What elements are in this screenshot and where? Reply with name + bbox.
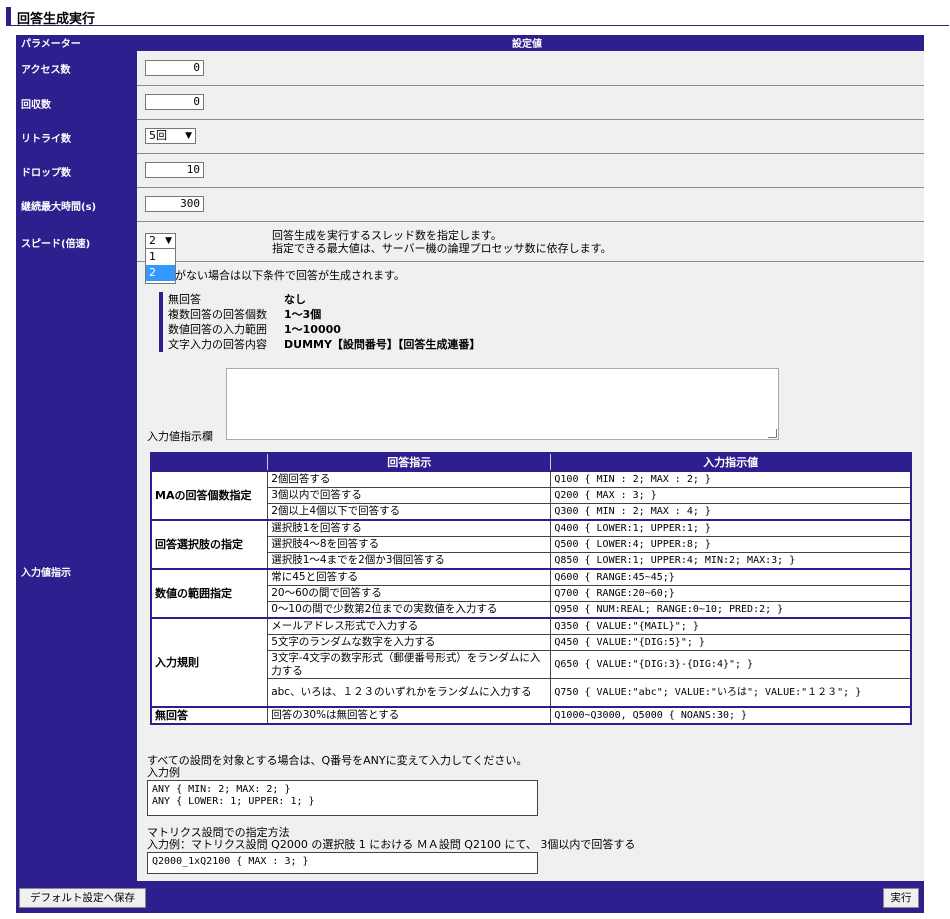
table-row: MAの回答個数指定 2個回答する Q100 { MIN : 2; MAX : 2… xyxy=(150,470,912,521)
any-note-text: すべての設問を対象とする場合は、Q番号をANYに変えて入力してください。 xyxy=(147,754,528,767)
category-cell: 入力規則 xyxy=(150,617,269,708)
speed-option-2[interactable]: 2 xyxy=(146,265,175,281)
speed-hint-line2: 指定できる最大値は、サーバー機の論理プロセッサ数に依存します。 xyxy=(272,242,612,255)
default-conditions-list: 無回答 なし 複数回答の回答個数 1～3個 数値回答の入力範囲 1～10000 文字入… xyxy=(159,292,480,352)
value-cell: Q450 { VALUE:"{DIG:5}"; } xyxy=(550,634,912,651)
row-retry: 5回 ▼ xyxy=(137,120,924,154)
value-cell: Q350 { VALUE:"{MAIL}"; } xyxy=(550,617,912,635)
category-cell: 回答選択肢の指定 xyxy=(150,519,269,570)
condition-row: 文字入力の回答内容 DUMMY【設問番号】【回答生成連番】 xyxy=(168,338,481,351)
label-collect: 回収数 xyxy=(21,99,51,111)
label-retry: リトライ数 xyxy=(21,133,71,145)
label-drop: ドロップ数 xyxy=(21,167,71,179)
any-example-label: 入力例 xyxy=(147,766,180,779)
value-cell: Q400 { LOWER:1; UPPER:1; } xyxy=(550,519,912,537)
condition-row: 数値回答の入力範囲 1～10000 xyxy=(168,323,341,336)
row-drop: 10 xyxy=(137,154,924,188)
value-cell: Q950 { NUM:REAL; RANGE:0~10; PRED:2; } xyxy=(550,601,912,619)
textarea-label: 入力値指示欄 xyxy=(147,430,213,443)
drop-count-input[interactable]: 10 xyxy=(145,162,204,178)
label-duration: 継続最大時間(s) xyxy=(21,201,97,213)
value-cell: Q500 { LOWER:4; UPPER:8; } xyxy=(550,536,912,553)
instruction-cell: 選択肢4～8を回答する xyxy=(267,536,552,553)
value-cell: Q850 { LOWER:1; UPPER:4; MIN:2; MAX:3; } xyxy=(550,552,912,570)
speed-option-1[interactable]: 1 xyxy=(146,249,175,265)
access-count-input[interactable]: 0 xyxy=(145,60,204,76)
header-param: パラメーター xyxy=(21,39,81,50)
speed-select-value: 2 xyxy=(149,234,156,247)
chevron-down-icon: ▼ xyxy=(185,131,192,141)
instruction-cell: 選択肢1を回答する xyxy=(267,519,552,537)
category-cell: 数値の範囲指定 xyxy=(150,568,269,619)
instruction-cell: 20～60の間で回答する xyxy=(267,585,552,602)
speed-hint: 回答生成を実行するスレッド数を指定します。 指定できる最大値は、サーバー機の論理… xyxy=(272,229,612,255)
save-default-button[interactable]: デフォルト設定へ保存 xyxy=(19,888,146,908)
category-cell: MAの回答個数指定 xyxy=(150,470,269,521)
table-row: 入力規則 メールアドレス形式で入力する Q350 { VALUE:"{MAIL}… xyxy=(150,617,912,708)
row-collect: 0 xyxy=(137,86,924,120)
row-access: 0 xyxy=(137,51,924,86)
matrix-note: マトリクス設問での指定方法 入力例：マトリクス設問 Q2000 の選択肢 1 に… xyxy=(147,827,635,851)
condition-row: 複数回答の回答個数 1～3個 xyxy=(168,308,322,321)
table-header xyxy=(150,452,269,472)
table-header: 入力指示値 xyxy=(550,452,912,472)
retry-select[interactable]: 5回 ▼ xyxy=(145,128,196,144)
any-example-line: ANY { MIN: 2; MAX: 2; } xyxy=(152,784,291,795)
value-cell: Q200 { MAX : 3; } xyxy=(550,487,912,504)
label-speed: スピード(倍速) xyxy=(21,238,91,250)
value-cell: Q100 { MIN : 2; MAX : 2; } xyxy=(550,470,912,488)
collect-count-input[interactable]: 0 xyxy=(145,94,204,110)
value-cell: Q1000~Q3000, Q5000 { NOANS:30; } xyxy=(550,706,912,725)
run-button[interactable]: 実行 xyxy=(883,888,919,908)
input-instruction-textarea[interactable] xyxy=(226,368,779,440)
value-cell: Q700 { RANGE:20~60;} xyxy=(550,585,912,602)
instruction-cell: 常に45と回答する xyxy=(267,568,552,586)
matrix-example-box: Q2000_1xQ2100 { MAX : 3; } xyxy=(147,852,538,874)
resize-grip-icon[interactable] xyxy=(768,429,777,438)
table-row: 数値の範囲指定 常に45と回答する Q600 { RANGE:45~45;} xyxy=(150,568,912,619)
table-row: 無回答 回答の30%は無回答とする Q1000~Q3000, Q5000 { N… xyxy=(150,706,912,725)
instruction-examples-table: 回答指示 入力指示値 MAの回答個数指定 2個回答する Q100 { MIN :… xyxy=(150,452,912,725)
speed-select[interactable]: 2 ▼ xyxy=(145,233,176,249)
instruction-cell: 2個回答する xyxy=(267,470,552,488)
matrix-code-line: Q2000_1xQ2100 { MAX : 3; } xyxy=(152,856,309,867)
row-duration: 300 xyxy=(137,188,924,222)
row-speed: 2 ▼ 回答生成を実行するスレッド数を指定します。 指定できる最大値は、サーバー… xyxy=(137,222,924,262)
table-row: 回答選択肢の指定 選択肢1を回答する Q400 { LOWER:1; UPPER… xyxy=(150,519,912,570)
instruction-cell: 3文字-4文字の数字形式（郵便番号形式）をランダムに入力する xyxy=(267,650,552,679)
value-cell: Q300 { MIN : 2; MAX : 4; } xyxy=(550,503,912,521)
value-cell: Q750 { VALUE:"abc"; VALUE:"いろは"; VALUE:"… xyxy=(550,678,912,708)
label-input-instruction: 入力値指示 xyxy=(21,568,71,579)
condition-row: 無回答 なし xyxy=(168,293,306,306)
header-value: 設定値 xyxy=(512,39,542,50)
value-cell: Q600 { RANGE:45~45;} xyxy=(550,568,912,586)
duration-input[interactable]: 300 xyxy=(145,196,204,212)
matrix-example-text: 入力例：マトリクス設問 Q2000 の選択肢 1 における ＭＡ設問 Q2100… xyxy=(147,838,636,851)
instruction-cell: メールアドレス形式で入力する xyxy=(267,617,552,635)
value-cell: Q650 { VALUE:"{DIG:3}-{DIG:4}"; } xyxy=(550,650,912,679)
label-access: アクセス数 xyxy=(21,64,71,76)
retry-select-value: 5回 xyxy=(149,129,167,142)
table-header: 回答指示 xyxy=(267,452,552,472)
any-example-box: ANY { MIN: 2; MAX: 2; } ANY { LOWER: 1; … xyxy=(147,780,538,816)
page-title: 回答生成実行 xyxy=(17,12,96,27)
category-cell: 無回答 xyxy=(150,706,269,725)
instruction-cell: 3個以内で回答する xyxy=(267,487,552,504)
instruction-cell: 5文字のランダムな数字を入力する xyxy=(267,634,552,651)
chevron-down-icon: ▼ xyxy=(165,236,172,246)
default-conditions-intro: がない場合は以下条件で回答が生成されます。 xyxy=(175,269,405,282)
speed-hint-line1: 回答生成を実行するスレッド数を指定します。 xyxy=(272,229,502,242)
instruction-cell: 0～10の間で少数第2位までの実数値を入力する xyxy=(267,601,552,619)
any-example-line: ANY { LOWER: 1; UPPER: 1; } xyxy=(152,796,315,807)
instruction-cell: 2個以上4個以下で回答する xyxy=(267,503,552,521)
page-title-bar: 回答生成実行 xyxy=(6,7,949,27)
instruction-cell: abc、いろは、１２３のいずれかをランダムに入力する xyxy=(267,678,552,708)
any-note: すべての設問を対象とする場合は、Q番号をANYに変えて入力してください。 入力例 xyxy=(147,755,527,779)
row-input-instruction: がない場合は以下条件で回答が生成されます。 無回答 なし 複数回答の回答個数 1～3… xyxy=(137,262,924,881)
speed-dropdown-list[interactable]: 1 2 xyxy=(145,248,176,284)
instruction-cell: 選択肢1～4までを2個か3個回答する xyxy=(267,552,552,570)
instruction-cell: 回答の30%は無回答とする xyxy=(267,706,552,725)
